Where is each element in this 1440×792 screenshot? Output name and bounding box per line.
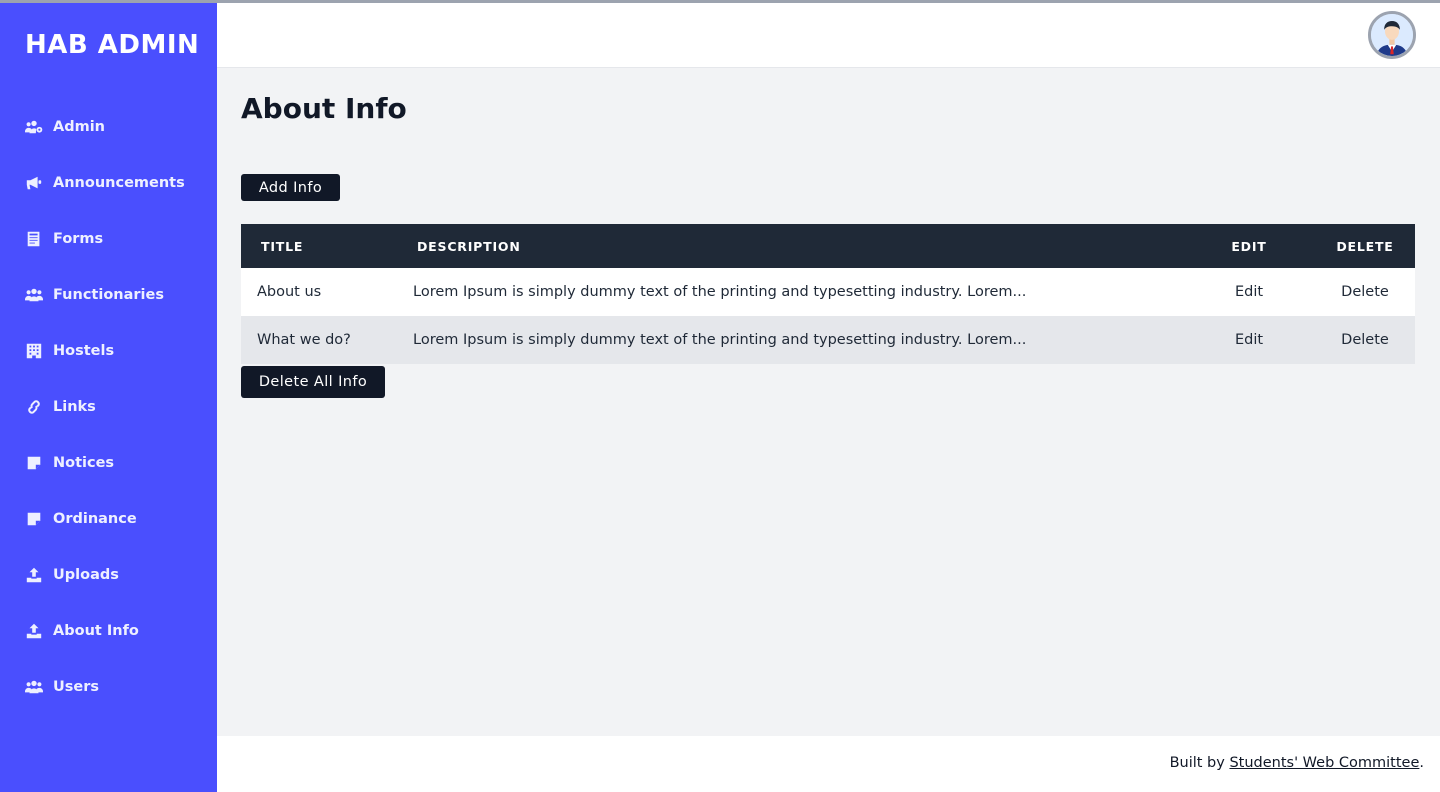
- table-row: What we do? Lorem Ipsum is simply dummy …: [241, 316, 1415, 364]
- sidebar-item-notices[interactable]: Notices: [0, 435, 217, 491]
- sidebar-item-label: Notices: [53, 455, 115, 471]
- table-header-row: TITLE DESCRIPTION EDIT DELETE: [241, 224, 1415, 268]
- sidebar-item-label: Hostels: [53, 343, 115, 359]
- upload-icon: [24, 566, 44, 584]
- sidebar-item-label: Users: [53, 679, 100, 695]
- sidebar-item-label: Announcements: [53, 175, 185, 191]
- add-info-button[interactable]: Add Info: [241, 174, 340, 201]
- footer-credit: Built by Students' Web Committee.: [1170, 755, 1424, 771]
- sidebar-item-admin[interactable]: Admin: [0, 99, 217, 155]
- user-avatar-icon[interactable]: [1368, 11, 1416, 59]
- users-icon: [24, 286, 44, 304]
- sidebar-item-label: Functionaries: [53, 287, 164, 303]
- delete-link[interactable]: Delete: [1315, 316, 1415, 364]
- sticky-note-icon: [24, 510, 44, 528]
- sidebar-item-announcements[interactable]: Announcements: [0, 155, 217, 211]
- delete-link[interactable]: Delete: [1315, 268, 1415, 316]
- sidebar-item-label: Links: [53, 399, 96, 415]
- row-description: Lorem Ipsum is simply dummy text of the …: [413, 332, 1027, 348]
- footer-suffix: .: [1419, 755, 1424, 771]
- sidebar-item-links[interactable]: Links: [0, 379, 217, 435]
- sidebar-item-about-info[interactable]: About Info: [0, 603, 217, 659]
- sidebar: HAB ADMIN Admin Announcements Forms Func…: [0, 3, 217, 792]
- row-title: About us: [257, 284, 322, 300]
- footer: Built by Students' Web Committee.: [217, 736, 1440, 792]
- delete-all-info-button[interactable]: Delete All Info: [241, 366, 385, 398]
- sidebar-item-label: Forms: [53, 231, 104, 247]
- edit-link[interactable]: Edit: [1183, 268, 1315, 316]
- sidebar-item-label: Admin: [53, 119, 106, 135]
- form-icon: [24, 230, 44, 248]
- column-header-description: DESCRIPTION: [417, 238, 521, 254]
- row-description: Lorem Ipsum is simply dummy text of the …: [413, 284, 1027, 300]
- sidebar-item-uploads[interactable]: Uploads: [0, 547, 217, 603]
- link-icon: [24, 398, 44, 416]
- sidebar-item-hostels[interactable]: Hostels: [0, 323, 217, 379]
- sidebar-item-functionaries[interactable]: Functionaries: [0, 267, 217, 323]
- sidebar-item-label: About Info: [53, 623, 139, 639]
- footer-prefix: Built by: [1169, 755, 1230, 771]
- page-title: About Info: [241, 92, 407, 125]
- main-content: About Info Add Info TITLE DESCRIPTION ED…: [217, 68, 1440, 736]
- column-header-edit: EDIT: [1231, 238, 1267, 254]
- upload-icon: [24, 622, 44, 640]
- students-web-committee-link[interactable]: Students' Web Committee: [1229, 755, 1419, 771]
- sidebar-item-users[interactable]: Users: [0, 659, 217, 715]
- building-icon: [24, 342, 44, 360]
- edit-link[interactable]: Edit: [1183, 316, 1315, 364]
- sidebar-item-label: Uploads: [53, 567, 119, 583]
- sidebar-nav: Admin Announcements Forms Functionaries …: [0, 99, 217, 715]
- sidebar-item-ordinance[interactable]: Ordinance: [0, 491, 217, 547]
- sidebar-item-forms[interactable]: Forms: [0, 211, 217, 267]
- sidebar-item-label: Ordinance: [53, 511, 137, 527]
- column-header-title: TITLE: [261, 238, 304, 254]
- top-header: [217, 3, 1440, 68]
- bullhorn-icon: [24, 174, 44, 192]
- about-info-table: TITLE DESCRIPTION EDIT DELETE About us L…: [241, 224, 1415, 364]
- users-icon: [24, 678, 44, 696]
- column-header-delete: DELETE: [1336, 238, 1394, 254]
- row-title: What we do?: [257, 332, 351, 348]
- table-row: About us Lorem Ipsum is simply dummy tex…: [241, 268, 1415, 316]
- brand-title: HAB ADMIN: [25, 30, 200, 60]
- users-cog-icon: [24, 118, 44, 136]
- sticky-note-icon: [24, 454, 44, 472]
